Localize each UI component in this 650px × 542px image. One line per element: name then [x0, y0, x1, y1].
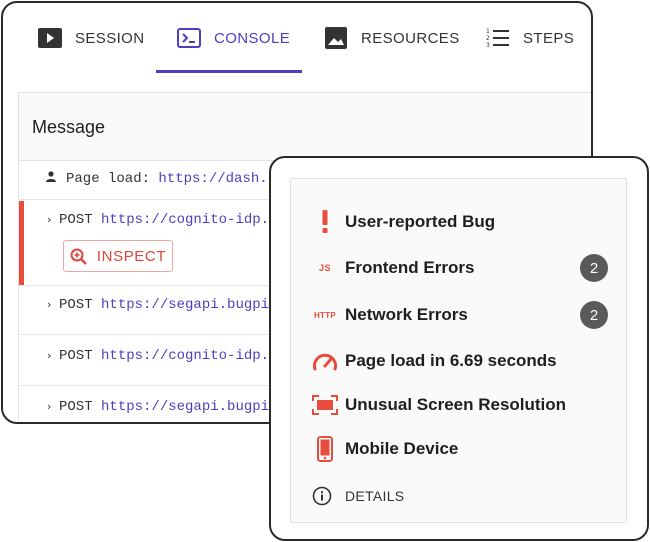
chevron-right-icon: ›: [47, 213, 52, 226]
speedometer-icon: [311, 347, 339, 375]
issue-screen-resolution[interactable]: Unusual Screen Resolution: [291, 390, 626, 420]
mobile-device-icon: [311, 435, 339, 463]
tab-bar: SESSION CONSOLE RESOURCES 123 STEPS: [3, 3, 591, 75]
http-icon: HTTP: [313, 310, 337, 320]
console-row-url[interactable]: https://cognito-idp.: [101, 212, 269, 228]
numbered-list-icon: 123: [485, 25, 511, 51]
tab-steps[interactable]: 123 STEPS: [485, 3, 574, 73]
issue-label: Unusual Screen Resolution: [345, 395, 567, 414]
issue-user-reported-bug[interactable]: User-reported Bug: [291, 207, 626, 237]
error-indicator-bar: [19, 201, 24, 285]
zoom-in-icon: [70, 248, 87, 265]
js-icon: JS: [318, 263, 331, 273]
console-header: Message: [19, 93, 591, 161]
issues-summary-window: User-reported Bug JS Frontend Errors 2 H…: [269, 156, 649, 541]
count-badge: 2: [580, 301, 608, 329]
issue-label: User-reported Bug: [345, 212, 496, 231]
issue-page-load[interactable]: Page load in 6.69 seconds: [291, 346, 626, 376]
image-icon: [323, 25, 349, 51]
console-row-method: POST: [59, 348, 93, 364]
svg-text:2: 2: [486, 35, 490, 42]
issue-mobile-device[interactable]: Mobile Device: [291, 434, 626, 464]
chevron-right-icon: ›: [47, 400, 52, 413]
info-icon: [311, 485, 333, 507]
issue-label: Network Errors: [345, 305, 468, 324]
chevron-right-icon: ›: [47, 349, 52, 362]
tab-console-label: CONSOLE: [214, 29, 291, 47]
details-link[interactable]: DETAILS: [311, 485, 404, 507]
inspect-label: INSPECT: [96, 247, 167, 265]
issue-network-errors[interactable]: HTTP Network Errors 2: [291, 300, 626, 330]
screen-resolution-icon: [311, 391, 339, 419]
console-row-method: POST: [59, 399, 93, 415]
count-badge: 2: [580, 254, 608, 282]
exclamation-icon: [311, 208, 339, 236]
active-tab-indicator: [156, 70, 302, 73]
tab-steps-label: STEPS: [523, 29, 575, 47]
play-icon: [37, 25, 63, 51]
console-row-url[interactable]: https://segapi.bugpi: [101, 297, 269, 313]
inspect-button[interactable]: INSPECT: [63, 240, 173, 272]
tab-console[interactable]: CONSOLE: [176, 3, 290, 73]
user-icon: [46, 171, 66, 187]
tab-resources-label: RESOURCES: [361, 29, 460, 47]
svg-text:1: 1: [486, 28, 490, 35]
issue-frontend-errors[interactable]: JS Frontend Errors 2: [291, 253, 626, 283]
console-row-url[interactable]: https://cognito-idp.: [101, 348, 269, 364]
details-label: DETAILS: [345, 488, 405, 504]
chevron-right-icon: ›: [47, 298, 52, 311]
issue-label: Frontend Errors: [345, 258, 475, 277]
console-row-method: Page load:: [66, 171, 151, 187]
tab-resources[interactable]: RESOURCES: [323, 3, 460, 73]
tab-session[interactable]: SESSION: [37, 3, 145, 73]
issue-label: Page load in 6.69 seconds: [345, 351, 557, 370]
issue-label: Mobile Device: [345, 439, 459, 458]
console-row-url[interactable]: https://dash.: [158, 171, 267, 187]
message-column-header: Message: [32, 117, 106, 137]
issues-summary-card: User-reported Bug JS Frontend Errors 2 H…: [290, 178, 627, 523]
console-row-method: POST: [59, 212, 93, 228]
console-row-method: POST: [59, 297, 93, 313]
terminal-icon: [176, 25, 202, 51]
svg-text:3: 3: [486, 42, 490, 49]
tab-session-label: SESSION: [75, 29, 145, 47]
console-row-url[interactable]: https://segapi.bugpi: [101, 399, 269, 415]
